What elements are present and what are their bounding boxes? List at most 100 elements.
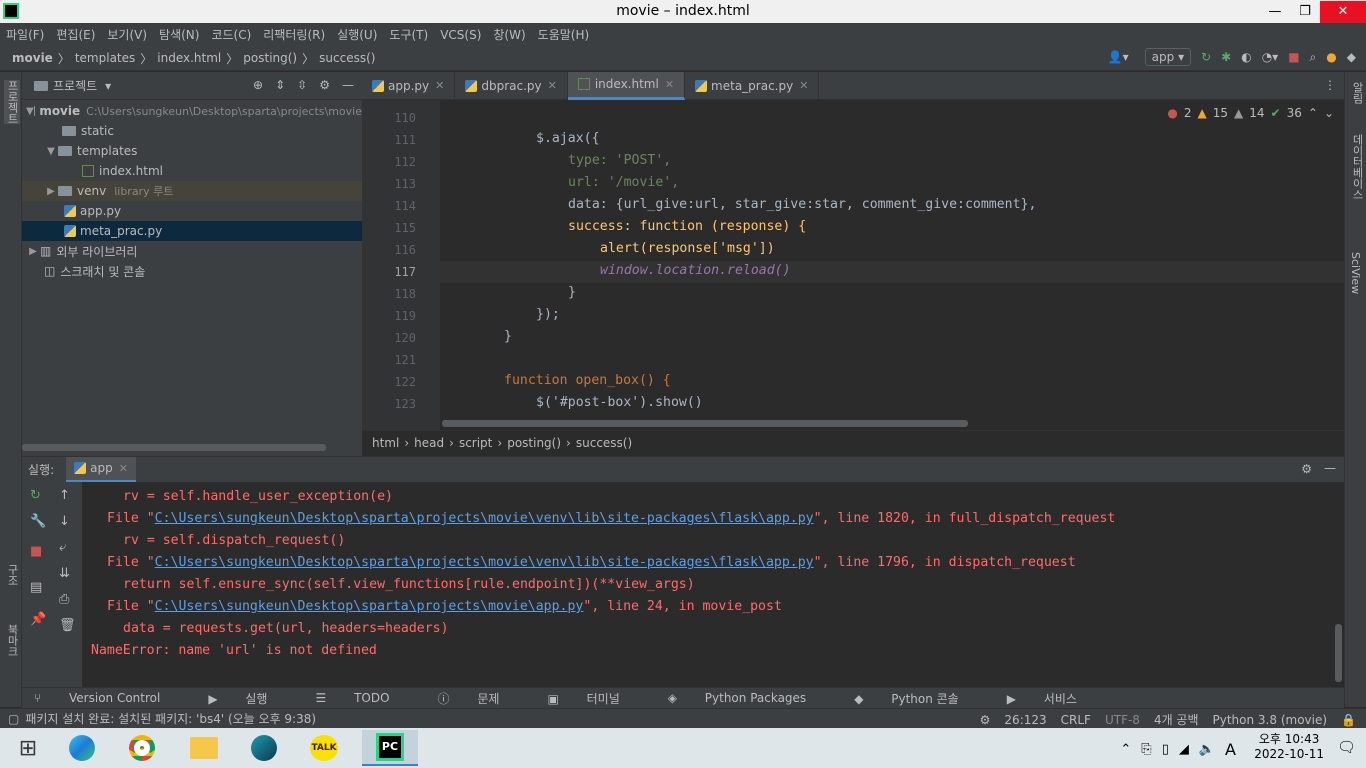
tree-item-templates[interactable]: ▼ templates	[22, 141, 362, 161]
menu-code[interactable]: 코드(C)	[211, 26, 251, 43]
nav-callback[interactable]: success()	[319, 51, 375, 65]
menu-navigate[interactable]: 탐색(N)	[159, 26, 199, 43]
tool-todo[interactable]: ☰ TODO	[315, 691, 413, 705]
chrome-button[interactable]	[114, 730, 170, 766]
nav-function[interactable]: posting()	[243, 51, 297, 65]
chevron-down-icon[interactable]: ▼	[44, 146, 58, 157]
tree-item-meta-prac-py[interactable]: meta_prac.py	[22, 221, 362, 241]
close-icon[interactable]: ✕	[548, 79, 557, 92]
project-tool-button[interactable]: 프로젝트	[4, 80, 20, 124]
crumb-success[interactable]: success()	[576, 436, 632, 450]
crumb-head[interactable]: head	[414, 436, 444, 450]
hide-icon[interactable]: —	[342, 78, 354, 92]
menu-window[interactable]: 창(W)	[493, 26, 525, 43]
tab-index-html[interactable]: index.html ✕	[567, 71, 686, 100]
chevron-up-icon[interactable]: ⌃	[1308, 106, 1318, 120]
arrow-down-icon[interactable]: ↓	[59, 514, 70, 529]
kakaotalk-button[interactable]: TALK	[296, 730, 352, 766]
clock[interactable]: 오후 10:43 2022-10-11	[1254, 732, 1324, 762]
inspection-widget[interactable]: ● 2 ▲ 15 ▲ 14 ✔ 36 ⌃ ⌄	[1161, 106, 1334, 120]
edge-button[interactable]	[54, 730, 110, 766]
print-icon[interactable]: ⎙	[59, 592, 69, 607]
menu-edit[interactable]: 편집(E)	[56, 26, 95, 43]
run-config-select[interactable]: app ▾	[1144, 48, 1192, 66]
run-console[interactable]: rv = self.handle_user_exception(e) File …	[82, 482, 1344, 687]
tab-dbprac-py[interactable]: dbprac.py ✕	[455, 71, 568, 100]
rerun-icon[interactable]: ↻	[1201, 50, 1211, 64]
bookmarks-tool-button[interactable]: 북마크	[4, 624, 20, 657]
console-file-link[interactable]: C:\Users\sungkeun\Desktop\sparta\project…	[155, 599, 584, 614]
volume-icon[interactable]: 🔈	[1199, 742, 1215, 757]
app-button[interactable]	[236, 730, 292, 766]
lock-icon[interactable]: 🔒	[1341, 713, 1356, 727]
horizontal-scrollbar[interactable]	[22, 444, 326, 451]
menu-file[interactable]: 파일(F)	[6, 26, 44, 43]
status-message[interactable]: 패키지 설치 완료: 설치된 패키지: 'bs4' (오늘 오후 9:38)	[25, 710, 316, 727]
gear-icon[interactable]: ⚙	[1301, 462, 1312, 476]
explorer-button[interactable]	[176, 730, 232, 766]
chevron-up-icon[interactable]: ⌃	[1120, 742, 1131, 757]
stop-icon[interactable]: ■	[30, 544, 42, 559]
soft-wrap-icon[interactable]: ⤶	[59, 540, 66, 555]
chevron-down-icon[interactable]: ▾	[105, 79, 111, 93]
update-icon[interactable]: ●	[1326, 50, 1336, 64]
tool-services[interactable]: ▶ 서비스	[1007, 690, 1101, 707]
collapse-all-icon[interactable]: ⇳	[297, 78, 307, 92]
stop-icon[interactable]: ■	[1288, 50, 1299, 64]
scroll-to-end-icon[interactable]: ⇊	[59, 566, 70, 581]
notification-icon[interactable]: 🗨	[1337, 738, 1356, 756]
tree-item-index-html[interactable]: index.html	[22, 161, 362, 181]
close-icon[interactable]: ✕	[119, 462, 128, 475]
pycharm-button[interactable]: PC	[362, 730, 418, 766]
gear-icon[interactable]: ⚙	[319, 78, 330, 92]
minimize-button[interactable]: —	[1260, 1, 1290, 23]
tool-run[interactable]: ▶ 실행	[208, 690, 291, 707]
hide-icon[interactable]: —	[1324, 461, 1336, 475]
chevron-down-icon[interactable]: ⌄	[1324, 106, 1334, 120]
tool-python-console[interactable]: ◆ Python 콘솔	[854, 690, 983, 707]
more-icon[interactable]: ⋮	[1324, 78, 1336, 92]
project-panel-title[interactable]: 프로젝트	[53, 77, 97, 94]
tree-item-external-libraries[interactable]: ▶ ▥ 외부 라이브러리	[22, 241, 362, 261]
tool-terminal[interactable]: ▣ 터미널	[547, 690, 643, 707]
close-icon[interactable]: ✕	[435, 79, 444, 92]
nav-project[interactable]: movie	[12, 51, 53, 65]
tree-item-movie[interactable]: ▼ movie C:\Users\sungkeun\Desktop\sparta…	[22, 101, 362, 121]
nav-file[interactable]: index.html	[157, 51, 221, 65]
network-device-icon[interactable]: ⎘	[1141, 742, 1151, 757]
code-editor[interactable]: 110 111 112 113 114 115 116 117 118 119 …	[362, 100, 1344, 430]
maximize-button[interactable]: ❐	[1290, 1, 1320, 23]
close-icon[interactable]: ✕	[799, 79, 808, 92]
tree-item-static[interactable]: static	[22, 121, 362, 141]
menu-refactor[interactable]: 리팩터링(R)	[263, 26, 325, 43]
caret-position[interactable]: 26:123	[1004, 713, 1046, 727]
expand-all-icon[interactable]: ⇕	[275, 78, 285, 92]
trash-icon[interactable]: 🗑	[59, 618, 76, 633]
tree-item-app-py[interactable]: app.py	[22, 201, 362, 221]
chevron-right-icon[interactable]: ▶	[26, 246, 40, 257]
console-scrollbar[interactable]	[1335, 624, 1342, 682]
tool-python-packages[interactable]: ◈ Python Packages	[668, 691, 830, 705]
wrench-icon[interactable]: 🔧	[30, 514, 46, 529]
tool-problems[interactable]: ⓘ 문제	[438, 690, 524, 707]
user-icon[interactable]: 👤▾	[1108, 50, 1129, 64]
pin-icon[interactable]: 📌	[30, 612, 46, 627]
close-icon[interactable]: ✕	[665, 78, 674, 91]
memory-icon[interactable]: ⚙	[980, 713, 991, 727]
menu-help[interactable]: 도움말(H)	[538, 26, 590, 43]
chevron-down-icon[interactable]: ▼	[26, 106, 34, 117]
search-icon[interactable]: ⌕	[1310, 50, 1317, 65]
menu-run[interactable]: 실행(U)	[337, 26, 377, 43]
editor-horizontal-scrollbar[interactable]	[442, 420, 968, 427]
database-tool-button[interactable]: 데이터베이스	[1349, 134, 1365, 200]
run-tab-app[interactable]: app ✕	[66, 456, 136, 483]
sciview-tool-button[interactable]: SciView	[1349, 252, 1362, 294]
menu-vcs[interactable]: VCS(S)	[440, 28, 481, 42]
wifi-icon[interactable]: ◢	[1179, 742, 1189, 757]
locate-icon[interactable]: ⊕	[253, 78, 263, 92]
notifications-tool-button[interactable]: 알림	[1349, 82, 1365, 104]
menu-view[interactable]: 보기(V)	[107, 26, 147, 43]
crumb-html[interactable]: html	[372, 436, 399, 450]
coverage-icon[interactable]: ◐	[1241, 50, 1251, 64]
close-button[interactable]: ✕	[1320, 0, 1366, 23]
